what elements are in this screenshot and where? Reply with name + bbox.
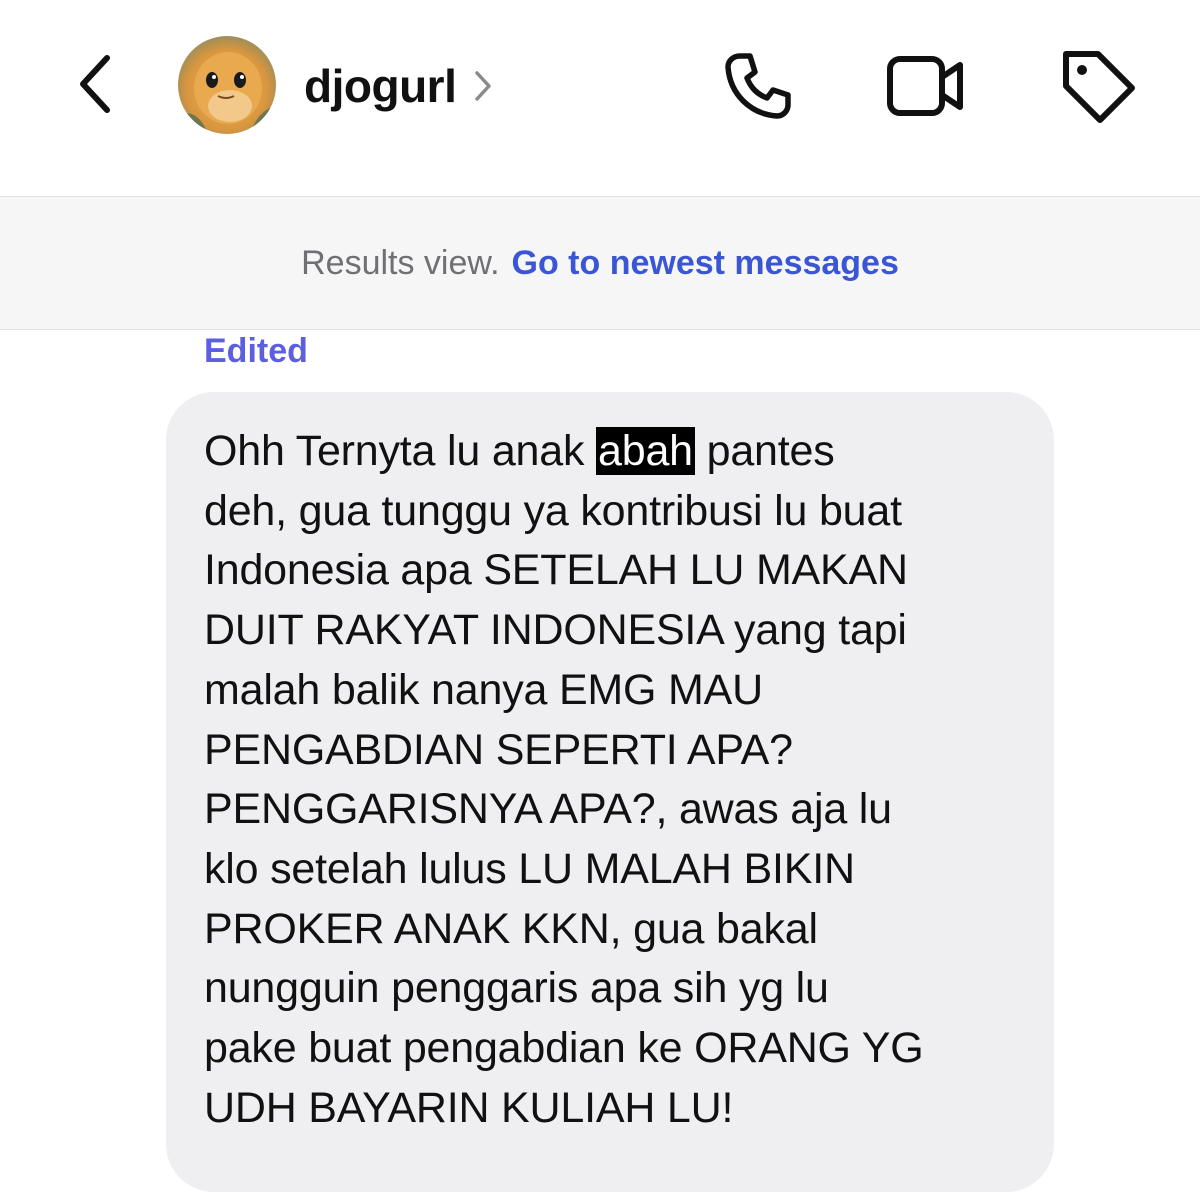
results-view-label: Results view. [301,243,500,282]
message-text: Ohh Ternyta lu anak abah pantes deh, gua… [204,422,1024,1138]
chat-header: djogurl [0,0,1200,196]
search-highlight: abah [596,427,695,475]
message-text-after: pantes deh, gua tunggu ya kontribusi lu … [204,427,924,1132]
label-button[interactable] [1056,44,1140,128]
avatar-image [178,52,276,134]
message-bubble[interactable]: Ohh Ternyta lu anak abah pantes deh, gua… [166,392,1054,1192]
username-link[interactable]: djogurl [304,54,492,118]
avatar[interactable] [178,36,276,134]
back-button[interactable] [60,48,130,120]
go-to-newest-link[interactable]: Go to newest messages [512,244,899,283]
username: djogurl [304,60,457,112]
results-view-banner: Results view. Go to newest messages [0,196,1200,330]
message-text-before: Ohh Ternyta lu anak [204,427,597,475]
tag-icon [1063,51,1135,123]
chevron-right-icon [474,70,492,102]
video-call-button[interactable] [884,44,968,128]
video-camera-icon [887,56,963,116]
chevron-left-icon [80,55,110,113]
call-button[interactable] [716,44,800,128]
edited-label: Edited [204,332,308,370]
phone-icon [725,53,791,119]
